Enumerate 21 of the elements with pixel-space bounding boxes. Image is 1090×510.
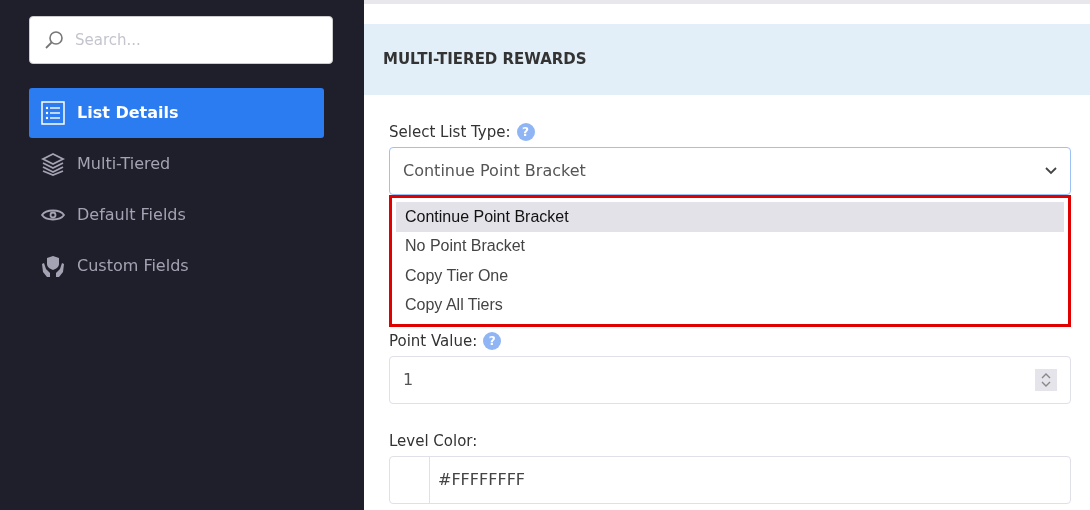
- dropdown-option[interactable]: No Point Bracket: [396, 231, 1064, 261]
- spinner-icon: [1035, 369, 1057, 391]
- list-icon: [41, 101, 65, 125]
- search-field[interactable]: Search...: [29, 16, 333, 64]
- field-label: Level Color:: [389, 430, 478, 452]
- sidebar-item[interactable]: Multi-Tiered: [29, 139, 324, 189]
- section-header: MULTI-TIERED REWARDS: [364, 24, 1090, 95]
- dropdown-option[interactable]: Continue Point Bracket: [396, 202, 1064, 232]
- color-field[interactable]: #FFFFFFFF: [389, 456, 1071, 504]
- layers-icon: [41, 152, 65, 176]
- number-field[interactable]: 1: [389, 356, 1071, 404]
- sidebar-item[interactable]: Custom Fields: [29, 241, 324, 291]
- field-label: Point Value:: [389, 330, 478, 352]
- sidebar-item[interactable]: Default Fields: [29, 190, 324, 240]
- select-field[interactable]: Continue Point Bracket: [389, 147, 1071, 195]
- dropdown-option[interactable]: Copy All Tiers: [396, 290, 1064, 320]
- field-label: Select List Type:: [389, 121, 511, 143]
- dropdown-option[interactable]: Copy Tier One: [396, 261, 1064, 291]
- shield-hands-icon: [41, 254, 65, 278]
- sidebar-item[interactable]: List Details: [29, 88, 324, 138]
- chevron-icon: [1045, 167, 1057, 175]
